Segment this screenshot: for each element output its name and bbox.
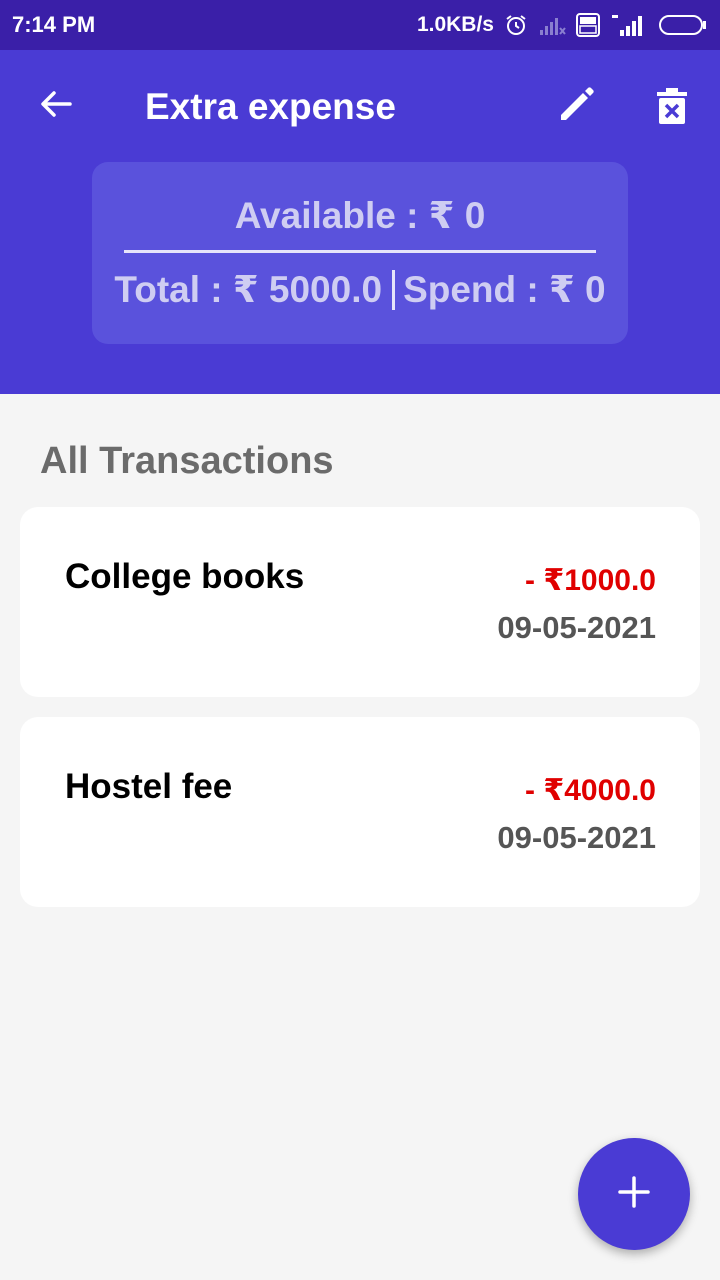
totals-separator (392, 270, 396, 310)
alarm-icon (504, 13, 528, 37)
trash-icon (656, 87, 688, 130)
edit-button[interactable] (550, 80, 602, 132)
totals-row: Total : ₹ 5000.0 Spend : ₹ 0 (92, 268, 628, 311)
toolbar: Extra expense (0, 50, 720, 162)
transaction-amount: - ₹1000.0 (525, 564, 656, 597)
arrow-left-icon (38, 86, 74, 127)
available-balance: Available : ₹ 0 (234, 195, 486, 236)
transaction-amount: - ₹4000.0 (525, 774, 656, 807)
signal-weak-icon (538, 14, 566, 36)
section-title: All Transactions (40, 440, 334, 482)
spend-amount: Spend : ₹ 0 (403, 269, 606, 310)
balance-summary-card: Available : ₹ 0 Total : ₹ 5000.0 Spend : … (92, 162, 628, 344)
page-title: Extra expense (145, 86, 396, 127)
header: Extra expense Available : ₹ 0 Total : ₹ … (0, 50, 720, 394)
status-indicators: 1.0KB/s (417, 13, 708, 37)
delete-button[interactable] (644, 80, 700, 136)
add-transaction-button[interactable] (578, 1138, 690, 1250)
transaction-card[interactable]: Hostel fee - ₹4000.0 09-05-2021 (20, 717, 700, 907)
plus-icon (617, 1175, 651, 1214)
total-amount: Total : ₹ 5000.0 (114, 269, 383, 310)
transaction-card[interactable]: College books - ₹1000.0 09-05-2021 (20, 507, 700, 697)
battery-icon (658, 13, 708, 37)
status-bar: 7:14 PM 1.0KB/s (0, 0, 720, 50)
summary-divider (124, 250, 596, 253)
transaction-date: 09-05-2021 (497, 610, 656, 645)
transaction-date: 09-05-2021 (497, 820, 656, 855)
transaction-name: Hostel fee (65, 767, 233, 806)
signal-4g-icon (610, 13, 648, 37)
network-speed: 1.0KB/s (416, 13, 494, 36)
pencil-icon (556, 84, 596, 129)
back-button[interactable] (30, 80, 82, 132)
transaction-name: College books (65, 557, 305, 596)
volte-icon (576, 13, 600, 37)
status-time: 7:14 PM (12, 12, 96, 37)
